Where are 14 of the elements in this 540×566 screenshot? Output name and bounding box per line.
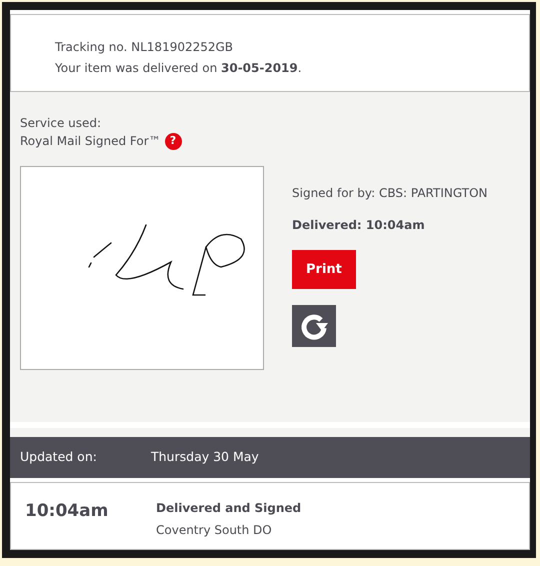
updated-date: Thursday 30 May — [151, 448, 259, 466]
signed-for-by: Signed for by: CBS: PARTINGTON — [292, 184, 488, 202]
service-name: Royal Mail Signed For™ — [20, 134, 161, 148]
delivery-message: Your item was delivered on 30-05-2019. — [55, 60, 303, 77]
updated-label: Updated on: — [20, 448, 98, 466]
tracking-number: Tracking no. NL181902252GB — [55, 39, 234, 56]
print-button[interactable]: Print — [292, 250, 356, 289]
help-icon[interactable]: ? — [164, 132, 182, 150]
refresh-icon[interactable] — [292, 304, 336, 347]
event-status: Delivered and Signed — [156, 500, 302, 517]
event-location: Coventry South DO — [156, 522, 273, 539]
delivered-time: Delivered: 10:04am — [292, 216, 425, 234]
event-time: 10:04am — [25, 500, 110, 523]
service-label: Service used: — [20, 114, 102, 132]
